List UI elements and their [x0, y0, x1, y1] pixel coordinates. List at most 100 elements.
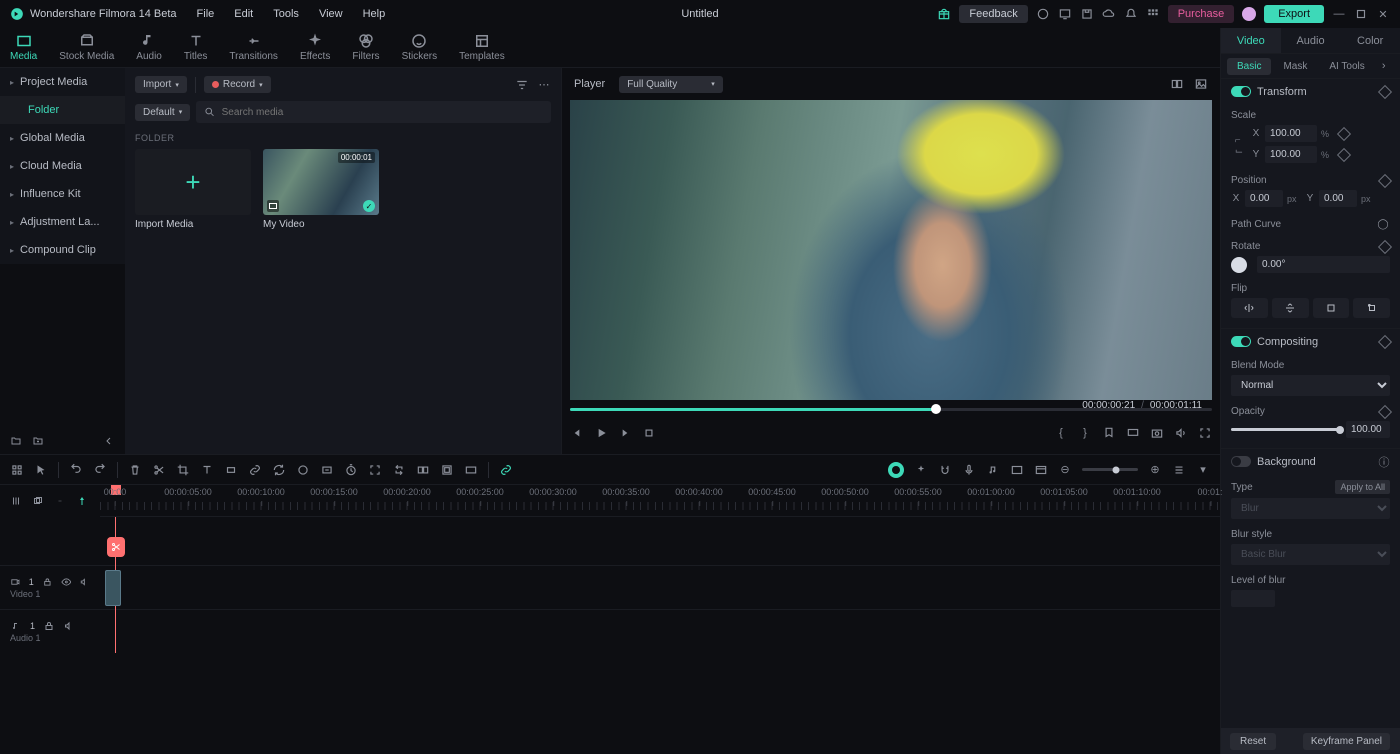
marker-icon[interactable]: [1102, 426, 1116, 440]
menu-view[interactable]: View: [319, 8, 343, 20]
tl-stack-icon[interactable]: [440, 463, 454, 477]
rtab-audio[interactable]: Audio: [1281, 28, 1341, 53]
link-scale-icon[interactable]: ⌐⌙: [1231, 135, 1247, 157]
close-icon[interactable]: ✕: [1376, 7, 1390, 21]
play-icon[interactable]: [594, 426, 608, 440]
rtab-video[interactable]: Video: [1221, 28, 1281, 53]
transform-toggle[interactable]: [1231, 86, 1251, 97]
tl-pic-icon[interactable]: [1010, 463, 1024, 477]
folder-open-icon[interactable]: [10, 435, 22, 447]
tl-crop-icon[interactable]: [176, 463, 190, 477]
tl-adjust-icon[interactable]: [320, 463, 334, 477]
blurstyle-select[interactable]: Basic Blur: [1231, 544, 1390, 565]
compare-view-icon[interactable]: [1170, 77, 1184, 91]
mark-out-icon[interactable]: }: [1078, 426, 1092, 440]
more-icon[interactable]: ⋯: [537, 78, 551, 92]
feedback-button[interactable]: Feedback: [959, 5, 1027, 23]
keyframe-panel-button[interactable]: Keyframe Panel: [1303, 733, 1390, 750]
background-toggle[interactable]: [1231, 456, 1251, 467]
tl-magnet-icon[interactable]: [938, 463, 952, 477]
tab-stock-media[interactable]: Stock Media: [59, 33, 114, 62]
sidebar-project-media[interactable]: ▸Project Media: [0, 68, 125, 96]
track-eye-icon[interactable]: [61, 576, 72, 588]
monitor-icon[interactable]: [1058, 7, 1072, 21]
levelblur-input[interactable]: [1231, 590, 1275, 607]
tl-delete-icon[interactable]: [128, 463, 142, 477]
media-clip-tile[interactable]: 00:00:01 ✓: [263, 149, 379, 215]
fullscreen-icon[interactable]: [1198, 426, 1212, 440]
sidebar-compound-clip[interactable]: ▸Compound Clip: [0, 236, 125, 264]
scale-x-keyframe-icon[interactable]: [1337, 126, 1351, 140]
flip-3-button[interactable]: [1313, 298, 1350, 318]
tl-link2-icon[interactable]: [54, 495, 66, 507]
mark-in-icon[interactable]: {: [1054, 426, 1068, 440]
track-mute-icon[interactable]: [79, 576, 90, 588]
tl-select-icon[interactable]: [10, 463, 24, 477]
chevron-right-icon[interactable]: ›: [1377, 59, 1391, 73]
player-viewport[interactable]: [570, 100, 1212, 400]
volume-icon[interactable]: [1174, 426, 1188, 440]
minimize-icon[interactable]: —: [1332, 7, 1346, 21]
opacity-keyframe-icon[interactable]: [1378, 404, 1392, 418]
sidebar-cloud-media[interactable]: ▸Cloud Media: [0, 152, 125, 180]
collapse-sidebar-icon[interactable]: [103, 435, 115, 447]
display-icon[interactable]: [1126, 426, 1140, 440]
snapshot-icon[interactable]: [1150, 426, 1164, 440]
export-button[interactable]: Export: [1264, 5, 1324, 23]
tab-titles[interactable]: Titles: [184, 33, 208, 62]
scrub-thumb[interactable]: [931, 404, 941, 414]
info-icon[interactable]: ⓘ: [1378, 456, 1390, 468]
import-dropdown[interactable]: Import▾: [135, 76, 187, 93]
menu-edit[interactable]: Edit: [234, 8, 253, 20]
tl-link-icon[interactable]: [248, 463, 262, 477]
opacity-slider[interactable]: [1231, 428, 1340, 431]
tl-ai-icon[interactable]: [888, 462, 904, 478]
scale-x-input[interactable]: [1265, 125, 1317, 142]
audio-mute-icon[interactable]: [63, 620, 75, 632]
tl-list-icon[interactable]: [1172, 463, 1186, 477]
tl-expand-icon[interactable]: [368, 463, 382, 477]
rstab-basic[interactable]: Basic: [1227, 58, 1271, 75]
flip-v-button[interactable]: [1272, 298, 1309, 318]
tl-chevron-icon[interactable]: ▾: [1196, 463, 1210, 477]
scale-y-input[interactable]: [1265, 146, 1317, 163]
sidebar-global-media[interactable]: ▸Global Media: [0, 124, 125, 152]
compositing-toggle[interactable]: [1231, 336, 1251, 347]
tl-mixer-icon[interactable]: [10, 495, 22, 507]
tl-rect-icon[interactable]: [224, 463, 238, 477]
tl-undo-icon[interactable]: [69, 463, 83, 477]
import-media-tile[interactable]: +: [135, 149, 251, 215]
tl-chain-icon[interactable]: [499, 463, 513, 477]
record-dropdown[interactable]: Record▾: [204, 76, 271, 93]
scale-y-keyframe-icon[interactable]: [1337, 147, 1351, 161]
rstab-aitools[interactable]: AI Tools: [1319, 58, 1374, 75]
flip-4-button[interactable]: [1353, 298, 1390, 318]
tl-text-icon[interactable]: [200, 463, 214, 477]
reset-button[interactable]: Reset: [1230, 733, 1276, 750]
tl-redo-icon[interactable]: [93, 463, 107, 477]
tl-loop-icon[interactable]: [392, 463, 406, 477]
sidebar-folder[interactable]: Folder: [0, 96, 125, 124]
folder-add-icon[interactable]: [32, 435, 44, 447]
timeline-ruler[interactable]: 00:0000:00:05:0000:00:10:0000:00:15:0000…: [100, 485, 1220, 517]
tab-transitions[interactable]: Transitions: [229, 33, 278, 62]
tl-cc-icon[interactable]: [464, 463, 478, 477]
next-frame-icon[interactable]: [618, 426, 632, 440]
purchase-button[interactable]: Purchase: [1168, 5, 1234, 23]
rtab-color[interactable]: Color: [1340, 28, 1400, 53]
tab-filters[interactable]: Filters: [352, 33, 379, 62]
apply-all-button[interactable]: Apply to All: [1335, 480, 1390, 494]
tl-scissors-icon[interactable]: [152, 463, 166, 477]
transform-keyframe-icon[interactable]: [1378, 84, 1392, 98]
menu-help[interactable]: Help: [363, 8, 386, 20]
sidebar-influence-kit[interactable]: ▸Influence Kit: [0, 180, 125, 208]
tl-overlap-icon[interactable]: [32, 495, 44, 507]
flip-h-button[interactable]: [1231, 298, 1268, 318]
zoom-out-icon[interactable]: ⊖: [1058, 463, 1072, 477]
rotate-knob[interactable]: [1231, 257, 1247, 273]
tab-stickers[interactable]: Stickers: [402, 33, 438, 62]
maximize-icon[interactable]: [1354, 7, 1368, 21]
rotate-input[interactable]: [1257, 256, 1390, 273]
tab-media[interactable]: Media: [10, 33, 37, 62]
zoom-in-icon[interactable]: ⊕: [1148, 463, 1162, 477]
